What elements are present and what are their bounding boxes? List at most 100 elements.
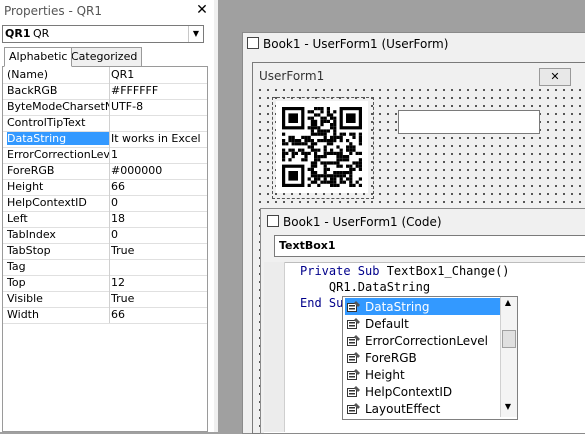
- property-row[interactable]: HelpContextID 0: [3, 195, 207, 212]
- property-name: ControlTipText: [7, 116, 86, 129]
- property-row[interactable]: ForeRGB #000000: [3, 163, 207, 180]
- properties-window: Properties - QR1 ✕ QR1 QR ▼ Alphabetic C…: [0, 0, 214, 432]
- property-value[interactable]: UTF-8: [111, 100, 207, 113]
- property-value[interactable]: 1: [111, 148, 207, 161]
- textbox1-control[interactable]: [398, 110, 540, 134]
- intellisense-item[interactable]: DataString: [345, 298, 501, 315]
- scroll-down-icon[interactable]: ▼: [502, 402, 514, 414]
- property-row[interactable]: (Name) QR1: [3, 67, 207, 84]
- chevron-down-icon[interactable]: ▼: [188, 26, 203, 42]
- code-object-name: TextBox1: [279, 239, 336, 252]
- code-object-selector[interactable]: TextBox1: [274, 235, 585, 257]
- code-text: TextBox1_Change(): [379, 264, 510, 278]
- code-window-title: Book1 - UserForm1 (Code): [267, 215, 442, 229]
- property-value[interactable]: 12: [111, 276, 207, 289]
- property-value[interactable]: QR1: [111, 68, 207, 81]
- intellisense-item[interactable]: LayoutEffect: [345, 400, 501, 417]
- property-name: BackRGB: [7, 84, 58, 97]
- keyword: End Su: [300, 296, 344, 310]
- property-value[interactable]: 66: [111, 180, 207, 193]
- property-value[interactable]: #FFFFFF: [111, 84, 207, 97]
- userform-icon: [247, 37, 259, 49]
- property-value[interactable]: It works in Excel: [111, 132, 207, 145]
- property-row[interactable]: Top 12: [3, 275, 207, 292]
- object-type: QR: [33, 27, 50, 40]
- property-value[interactable]: 18: [111, 212, 207, 225]
- property-name: HelpContextID: [7, 196, 87, 209]
- property-value[interactable]: True: [111, 244, 207, 257]
- property-name: TabIndex: [7, 228, 56, 241]
- property-name: ByteModeCharsetNa: [7, 100, 109, 113]
- scroll-up-icon[interactable]: ▲: [502, 298, 514, 310]
- property-name: ForeRGB: [7, 164, 55, 177]
- property-value[interactable]: #000000: [111, 164, 207, 177]
- column-divider: [109, 211, 110, 227]
- property-name: Left: [7, 212, 28, 225]
- intellisense-item[interactable]: Height: [345, 366, 501, 383]
- property-icon: [347, 335, 360, 346]
- property-row[interactable]: Visible True: [3, 291, 207, 308]
- intellisense-item[interactable]: HelpContextID: [345, 383, 501, 400]
- scroll-thumb[interactable]: [502, 330, 516, 348]
- property-name: Width: [7, 308, 39, 321]
- column-divider: [109, 83, 110, 99]
- column-divider: [109, 99, 110, 115]
- userform-window-title-text: Book1 - UserForm1 (UserForm): [263, 37, 449, 51]
- qr-code-image[interactable]: [276, 101, 368, 193]
- code-line-3: End Su: [300, 296, 343, 310]
- tab-label: Alphabetic: [9, 50, 68, 63]
- property-name: Visible: [7, 292, 43, 305]
- column-divider: [109, 259, 110, 275]
- code-window-title-text: Book1 - UserForm1 (Code): [283, 215, 442, 229]
- property-row[interactable]: Left 18: [3, 211, 207, 228]
- property-value[interactable]: 66: [111, 308, 207, 321]
- property-row[interactable]: TabIndex 0: [3, 227, 207, 244]
- tab-label: Categorized: [71, 50, 138, 63]
- property-name: Height: [7, 180, 44, 193]
- property-grid: (Name) QR1 BackRGB #FFFFFF ByteModeCharsetNa…: [2, 66, 208, 432]
- property-row[interactable]: Tag: [3, 259, 207, 276]
- intellisense-item[interactable]: Default: [345, 315, 501, 332]
- column-divider: [109, 307, 110, 323]
- code-line-2: QR1.DataString: [300, 280, 431, 294]
- close-icon[interactable]: ✕: [194, 2, 210, 18]
- property-name: DataString: [7, 132, 109, 145]
- property-row[interactable]: ByteModeCharsetNa UTF-8: [3, 99, 207, 116]
- property-row[interactable]: Width 66: [3, 307, 207, 324]
- column-divider: [109, 179, 110, 195]
- intellisense-item-label: Height: [365, 368, 405, 382]
- keyword: Private Sub: [300, 264, 380, 278]
- property-row[interactable]: Height 66: [3, 179, 207, 196]
- property-icon: [347, 352, 360, 363]
- column-divider: [109, 291, 110, 307]
- property-icon: [347, 403, 360, 414]
- tab-categorized[interactable]: Categorized: [66, 47, 143, 67]
- column-divider: [109, 195, 110, 211]
- close-icon[interactable]: ✕: [539, 68, 571, 86]
- property-row[interactable]: ControlTipText: [3, 115, 207, 132]
- property-value[interactable]: True: [111, 292, 207, 305]
- code-line-1: Private Sub TextBox1_Change(): [300, 264, 510, 278]
- property-name: Tag: [7, 260, 26, 273]
- intellisense-scrollbar[interactable]: [500, 297, 517, 417]
- property-name: Top: [7, 276, 26, 289]
- object-selector[interactable]: QR1 QR ▼: [2, 25, 204, 43]
- column-divider: [109, 131, 110, 147]
- property-value[interactable]: 0: [111, 196, 207, 209]
- column-divider: [109, 227, 110, 243]
- code-margin: [264, 262, 285, 432]
- intellisense-list[interactable]: DataString Default ErrorCorrectionLevel For…: [342, 296, 518, 420]
- property-row[interactable]: TabStop True: [3, 243, 207, 260]
- property-row[interactable]: ErrorCorrectionLevel 1: [3, 147, 207, 164]
- intellisense-item-label: HelpContextID: [365, 385, 453, 399]
- tab-alphabetic[interactable]: Alphabetic: [4, 47, 73, 67]
- property-row[interactable]: BackRGB #FFFFFF: [3, 83, 207, 100]
- intellisense-item-label: ErrorCorrectionLevel: [365, 334, 489, 348]
- property-value[interactable]: 0: [111, 228, 207, 241]
- property-name: ErrorCorrectionLevel: [7, 148, 109, 161]
- intellisense-item-label: Default: [365, 317, 409, 331]
- properties-title: Properties - QR1: [4, 4, 103, 18]
- intellisense-item[interactable]: ErrorCorrectionLevel: [345, 332, 501, 349]
- intellisense-item[interactable]: ForeRGB: [345, 349, 501, 366]
- property-row[interactable]: DataString It works in Excel: [3, 131, 207, 148]
